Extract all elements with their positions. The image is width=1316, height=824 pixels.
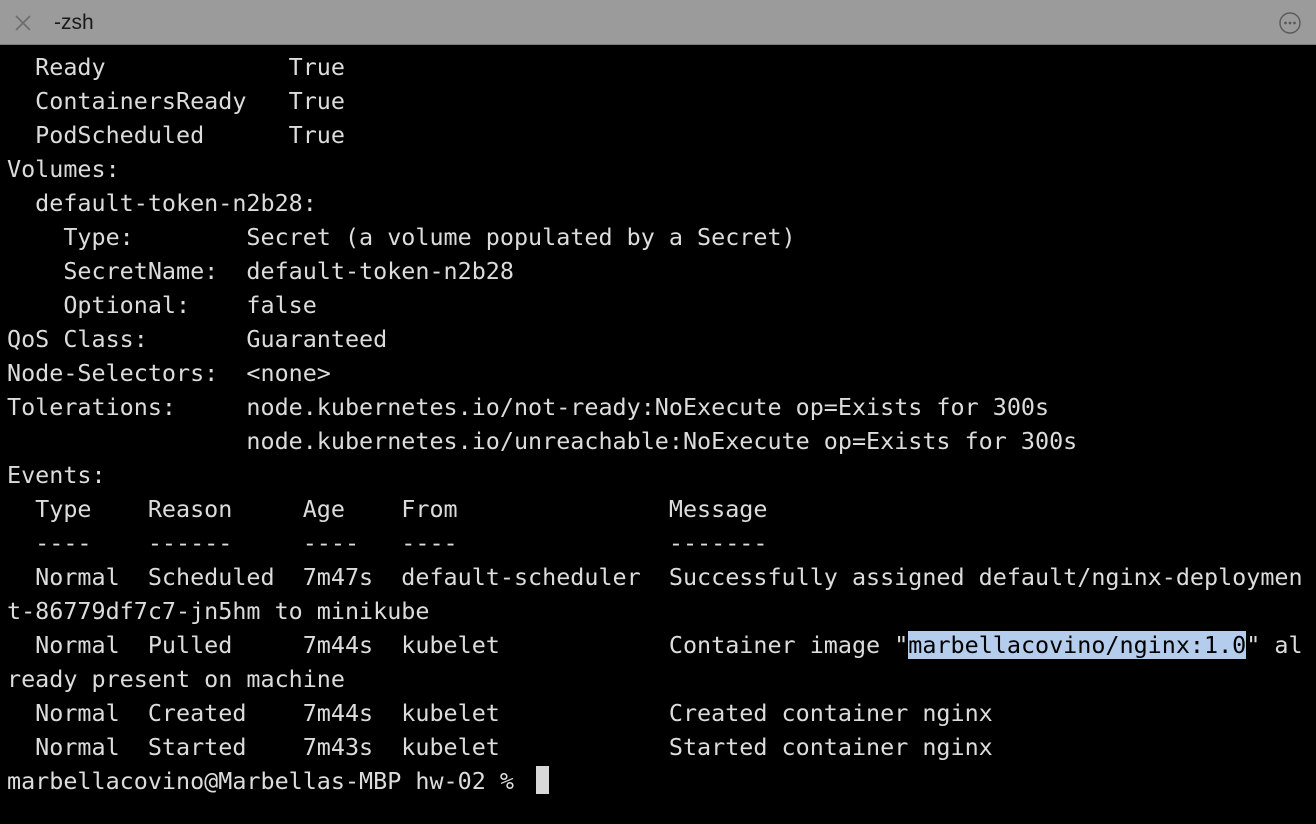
- ellipsis-circle-icon[interactable]: [1278, 11, 1302, 35]
- events-separator-line: ---- ------ ---- ---- -------: [7, 529, 768, 557]
- terminal-window: -zsh Ready True ContainersReady True Pod…: [0, 0, 1316, 824]
- pulled-line-suffix: " al: [1246, 631, 1303, 659]
- event-row-scheduled: Normal Scheduled 7m47s default-scheduler…: [7, 563, 1303, 591]
- prompt-line[interactable]: marbellacovino@Marbellas-MBP hw-02 %: [7, 764, 1307, 798]
- pulled-line-prefix: Normal Pulled 7m44s kubelet Container im…: [7, 631, 909, 659]
- terminal-line: QoS Class: Guaranteed: [7, 325, 388, 353]
- terminal-line: Ready True: [7, 53, 345, 81]
- terminal-line: ContainersReady True: [7, 87, 345, 115]
- terminal-line: Volumes:: [7, 155, 120, 183]
- terminal-line: node.kubernetes.io/unreachable:NoExecute…: [7, 427, 1078, 455]
- selected-text[interactable]: marbellacovino/nginx:1.0: [908, 631, 1247, 659]
- terminal-line: Tolerations: node.kubernetes.io/not-read…: [7, 393, 1050, 421]
- terminal-line: t-86779df7c7-jn5hm to minikube: [7, 597, 430, 625]
- terminal-line: default-token-n2b28:: [7, 189, 317, 217]
- event-row-created: Normal Created 7m44s kubelet Created con…: [7, 699, 993, 727]
- event-row-started: Normal Started 7m43s kubelet Started con…: [7, 733, 993, 761]
- terminal-line: SecretName: default-token-n2b28: [7, 257, 514, 285]
- shell-prompt: marbellacovino@Marbellas-MBP hw-02 %: [7, 767, 529, 795]
- terminal-line: ready present on machine: [7, 665, 345, 693]
- tab-title: -zsh: [54, 11, 94, 34]
- terminal-line: Optional: false: [7, 291, 317, 319]
- terminal-line: Events:: [7, 461, 106, 489]
- events-header-line: Type Reason Age From Message: [7, 495, 768, 523]
- terminal-line: Node-Selectors: <none>: [7, 359, 331, 387]
- event-row-pulled: Normal Pulled 7m44s kubelet Container im…: [7, 628, 1307, 662]
- terminal-line: PodScheduled True: [7, 121, 345, 149]
- terminal-tab-bar: -zsh: [0, 0, 1316, 45]
- terminal-line: Type: Secret (a volume populated by a Se…: [7, 223, 796, 251]
- close-icon[interactable]: [11, 11, 35, 35]
- terminal-output[interactable]: Ready True ContainersReady True PodSched…: [7, 50, 1307, 798]
- text-cursor: [536, 766, 550, 794]
